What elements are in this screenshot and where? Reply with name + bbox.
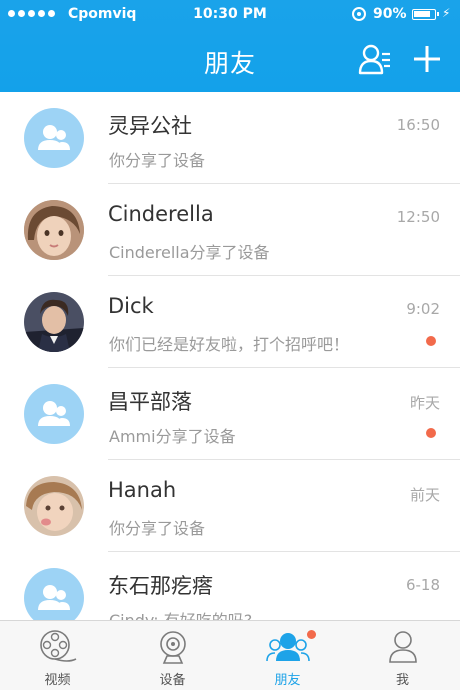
conversation-time: 12:50 [396,208,440,226]
tab-label: 朋友 [274,673,301,688]
tab-badge [307,630,316,639]
conversation-name: 昌平部落 [108,390,192,414]
header: Cpomviq 10:30 PM 90% ⚡ 朋友 [0,0,460,92]
tab-videos[interactable]: 视频 [0,621,115,690]
conversation-time: 6-18 [405,576,440,594]
tab-me[interactable]: 我 [345,621,460,690]
alarm-icon [352,7,366,21]
conversation-preview: 你们已经是好友啦，打个招呼吧！ [109,335,350,354]
conversation-row[interactable]: Cinderella Cinderella分享了设备 12:50 [0,184,460,276]
camera-device-icon [159,631,186,664]
tab-label: 我 [395,673,409,688]
conversation-name: Dick [108,294,154,318]
avatar [24,292,84,352]
group-avatar [24,108,84,168]
tab-label: 设备 [159,673,186,688]
conversation-list: 灵异公社 你分享了设备 16:50 Cinderella Cinderella分… [0,92,460,620]
conversation-row[interactable]: Hanah 你分享了设备 前天 [0,460,460,552]
conversation-row[interactable]: 东石那疙瘩 Cindy: 有好吃的吗? 6-18 [0,552,460,620]
conversation-preview: Ammi分享了设备 [109,427,236,446]
charging-icon: ⚡ [442,6,451,20]
add-button[interactable] [412,44,442,74]
conversation-preview: Cindy: 有好吃的吗? [109,607,252,620]
status-bar: Cpomviq 10:30 PM 90% ⚡ [0,0,460,30]
tab-label: 视频 [44,673,71,688]
avatar-photo-man [24,292,84,352]
conversation-row[interactable]: 灵异公社 你分享了设备 16:50 [0,92,460,184]
avatar-photo-girl [24,200,84,260]
conversation-name: 灵异公社 [108,114,192,138]
conversation-name: Cinderella [108,202,214,226]
film-reel-icon [39,630,76,662]
tab-friends[interactable]: 朋友 [230,621,345,690]
person-icon [388,631,417,663]
avatar-photo-toddler [24,476,84,536]
conversation-preview: Cinderella分享了设备 [109,243,270,262]
conversation-preview: 你分享了设备 [109,519,206,538]
tab-bar: 视频 设备 朋友 我 [0,620,460,690]
tab-devices[interactable]: 设备 [115,621,230,690]
battery-percent: 90% [373,6,407,22]
contacts-list-icon [358,44,390,75]
unread-badge [426,428,436,438]
unread-badge [426,336,436,346]
conversation-preview: 你分享了设备 [109,151,206,170]
group-icon [38,125,70,150]
conversation-time: 昨天 [409,394,440,412]
battery-icon [412,9,439,20]
conversation-name: Hanah [108,478,177,502]
conversation-row[interactable]: 昌平部落 Ammi分享了设备 昨天 [0,368,460,460]
contacts-list-button[interactable] [358,44,392,76]
conversation-name: 东石那疙瘩 [108,574,213,598]
plus-icon [414,46,440,72]
conversation-time: 前天 [409,486,440,504]
avatar [24,200,84,260]
friends-icon [265,633,310,662]
group-icon [38,585,70,610]
group-avatar [24,384,84,444]
conversation-time: 16:50 [396,116,440,134]
conversation-time: 9:02 [406,300,440,318]
avatar [24,476,84,536]
conversation-row[interactable]: Dick 你们已经是好友啦，打个招呼吧！ 9:02 [0,276,460,368]
group-icon [38,401,70,426]
group-avatar [24,568,84,620]
